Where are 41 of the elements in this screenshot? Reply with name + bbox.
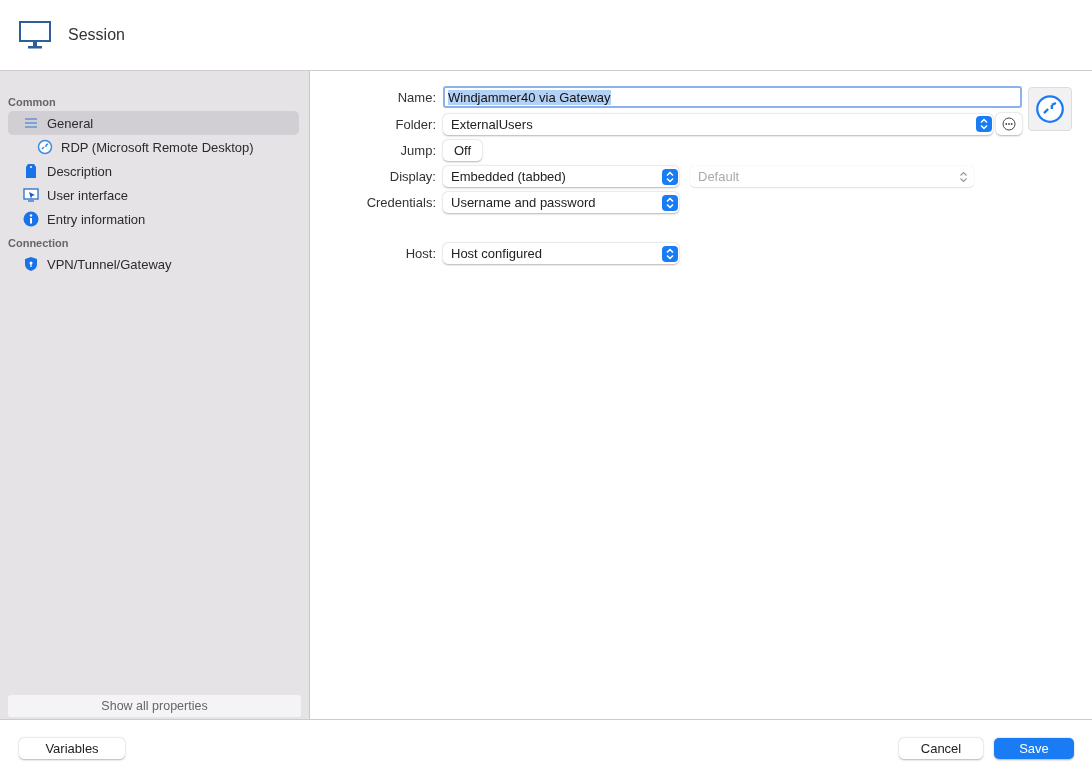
name-field[interactable]: Windjammer40 via Gateway bbox=[443, 86, 1022, 108]
more-button[interactable] bbox=[996, 113, 1022, 135]
remote-desktop-icon bbox=[37, 139, 53, 155]
window-title: Session bbox=[68, 26, 125, 44]
tag-icon bbox=[23, 163, 39, 179]
field-label: Name: bbox=[397, 89, 436, 105]
sidebar-item[interactable]: VPN/Tunnel/Gateway bbox=[8, 252, 299, 276]
field-label: Host: bbox=[405, 246, 436, 261]
toggle-button[interactable]: Off bbox=[443, 140, 483, 161]
cancel-button[interactable]: Cancel bbox=[899, 737, 983, 759]
dropdown[interactable]: ExternalUsers bbox=[443, 113, 993, 135]
stepper-icon bbox=[662, 245, 678, 262]
field-label: Folder: bbox=[395, 116, 436, 132]
shield-icon bbox=[23, 256, 39, 272]
info-icon bbox=[23, 211, 39, 227]
sidebar-item[interactable]: General bbox=[8, 111, 299, 135]
field-label: Credentials: bbox=[366, 195, 436, 210]
remote-desktop-icon bbox=[1035, 94, 1065, 124]
dropdown[interactable]: Embedded (tabbed) bbox=[443, 166, 679, 187]
stepper-icon bbox=[662, 168, 678, 185]
screen-pointer-icon bbox=[23, 187, 39, 203]
sidebar-item[interactable]: Description bbox=[8, 159, 299, 183]
remote-desktop-button[interactable] bbox=[1028, 87, 1072, 131]
stepper-icon bbox=[976, 116, 992, 132]
sidebar-item[interactable]: User interface bbox=[8, 183, 299, 207]
field-label: Display: bbox=[389, 169, 436, 184]
variables-button[interactable]: Variables bbox=[19, 737, 125, 759]
monitor-icon bbox=[19, 21, 51, 49]
sidebar-item[interactable]: RDP (Microsoft Remote Desktop) bbox=[8, 135, 299, 159]
sidebar-item[interactable]: Entry information bbox=[8, 207, 299, 231]
dropdown[interactable]: Host configured bbox=[443, 243, 679, 264]
save-button[interactable]: Save bbox=[994, 737, 1074, 759]
more-icon bbox=[1002, 117, 1016, 131]
section-heading: Common bbox=[8, 95, 57, 110]
dropdown[interactable]: Username and password bbox=[443, 192, 679, 213]
chevron-icon bbox=[959, 170, 968, 183]
list-icon bbox=[23, 115, 39, 131]
field-label: Jump: bbox=[400, 143, 436, 158]
show-all-button[interactable]: Show all properties bbox=[8, 695, 301, 717]
stepper-icon bbox=[662, 194, 678, 211]
section-heading: Connection bbox=[8, 236, 70, 251]
